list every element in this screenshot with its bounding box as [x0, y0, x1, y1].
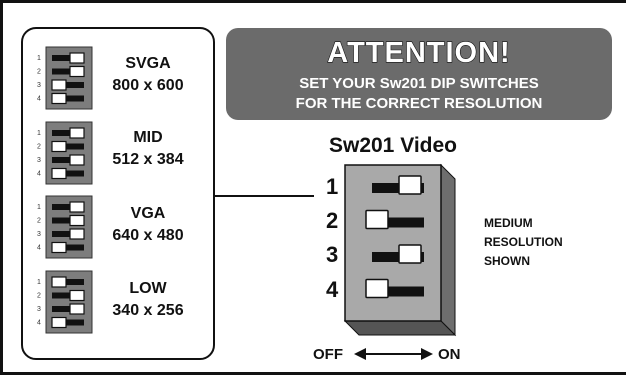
mode-resolution: 512 x 384	[112, 151, 183, 168]
switch-lever-1	[398, 175, 422, 195]
switch-number-1: 1	[326, 174, 338, 199]
mini-switch-number: 2	[37, 69, 41, 76]
mini-switch-number: 2	[37, 218, 41, 225]
mini-switch-number: 1	[37, 279, 41, 286]
sw201-dip-switch-icon	[343, 163, 457, 337]
switch-number-2: 2	[326, 208, 338, 233]
mode-resolution: 800 x 600	[112, 77, 183, 94]
switch-number-3: 3	[326, 242, 338, 267]
sw201-title: Sw201 Video	[329, 134, 457, 157]
attention-line-1: SET YOUR Sw201 DIP SWITCHES	[299, 75, 539, 92]
mini-switch-lever	[69, 289, 85, 302]
mini-switch-lever	[69, 154, 85, 166]
mode-name: MID	[133, 129, 162, 146]
switch-lever-4	[365, 278, 389, 299]
mini-switch-number: 4	[37, 96, 41, 103]
mini-switch-number: 1	[37, 130, 41, 137]
mini-switch-lever	[51, 276, 67, 288]
mini-switch-lever	[69, 228, 85, 240]
mini-switch-lever	[69, 214, 85, 227]
mini-switch-number: 1	[37, 55, 41, 62]
mini-switch-lever	[51, 316, 67, 329]
note-line-2: RESOLUTION	[484, 235, 563, 249]
off-label: OFF	[313, 346, 343, 363]
mini-switch-lever	[69, 127, 85, 139]
attention-line-2: FOR THE CORRECT RESOLUTION	[296, 95, 543, 112]
mini-switch-lever	[51, 167, 67, 180]
mode-name: VGA	[131, 205, 166, 222]
dip-switch-diagram: 1 2 3 4 SVGA 800 x 600 1 2 3 4 MID 512 x 384 1…	[21, 27, 612, 363]
mini-switch-number: 2	[37, 293, 41, 300]
mode-resolution: 640 x 480	[112, 227, 183, 244]
note-line-1: MEDIUM	[484, 216, 533, 230]
double-arrow-icon	[354, 348, 433, 360]
attention-title: ATTENTION!	[327, 37, 510, 69]
mini-switch-lever	[51, 79, 67, 91]
mini-switch-lever	[51, 241, 67, 254]
mini-switch-lever	[51, 140, 67, 153]
mini-switch-number: 4	[37, 171, 41, 178]
switch-lever-3	[398, 244, 422, 264]
mini-switch-number: 3	[37, 231, 41, 238]
mini-switch-number: 1	[37, 204, 41, 211]
mini-switch-lever	[69, 65, 85, 78]
mini-switch-number: 3	[37, 306, 41, 313]
mode-name: SVGA	[125, 55, 171, 72]
mode-resolution: 340 x 256	[112, 302, 183, 319]
mini-switch-lever	[51, 92, 67, 105]
mini-switch-number: 4	[37, 245, 41, 252]
mini-switch-number: 3	[37, 82, 41, 89]
attention-banner: ATTENTION! SET YOUR Sw201 DIP SWITCHES F…	[226, 28, 612, 120]
on-label: ON	[438, 346, 461, 363]
mini-switch-number: 2	[37, 144, 41, 151]
mini-switch-lever	[69, 201, 85, 213]
switch-lever-2	[365, 209, 389, 230]
mini-switch-lever	[69, 52, 85, 64]
mini-switch-lever	[69, 303, 85, 315]
mini-switch-number: 4	[37, 320, 41, 327]
mini-switch-number: 3	[37, 157, 41, 164]
note-line-3: SHOWN	[484, 254, 530, 268]
mode-name: LOW	[129, 280, 167, 297]
switch-number-4: 4	[326, 277, 339, 302]
